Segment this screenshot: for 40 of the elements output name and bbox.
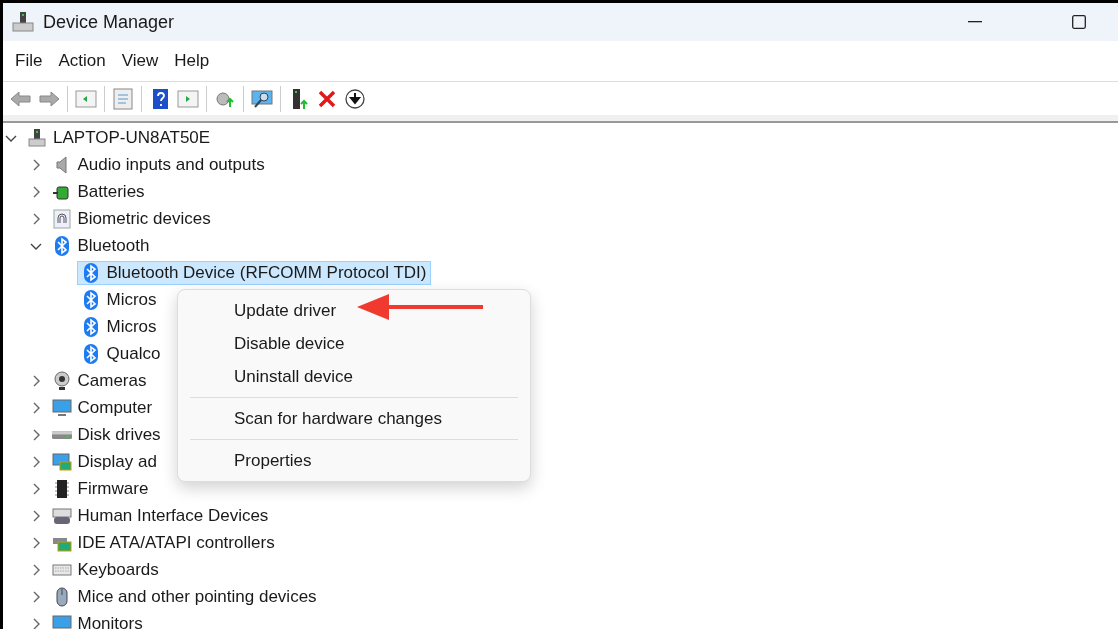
tree-item[interactable]: Cameras — [47, 368, 152, 393]
menu-option[interactable]: Disable device — [178, 327, 530, 360]
tree-item[interactable]: Audio inputs and outputs — [47, 152, 270, 177]
tree-item[interactable]: Bluetooth Device (RFCOMM Protocol TDI) — [76, 260, 432, 285]
menu-option[interactable]: Properties — [190, 444, 518, 477]
minimize-icon[interactable] — [968, 21, 982, 23]
monitor-icon — [51, 613, 72, 629]
tree-item[interactable]: IDE ATA/ATAPI controllers — [47, 530, 280, 555]
computer-tower-icon — [11, 10, 35, 34]
tree-item[interactable]: Display ad — [47, 449, 162, 474]
window-title: Device Manager — [43, 10, 175, 34]
tree-item[interactable]: Bluetooth — [47, 233, 155, 258]
tree-item[interactable]: LAPTOP-UN8AT50E — [23, 125, 216, 150]
tree-item[interactable]: Disk drives — [47, 422, 166, 447]
computer-tower-icon — [27, 127, 47, 148]
menu-item[interactable]: View — [113, 47, 167, 75]
tree-item[interactable]: Computer — [47, 395, 158, 420]
menu-option[interactable]: Uninstall device — [178, 360, 530, 393]
tree-item[interactable]: Mice and other pointing devices — [47, 584, 322, 609]
tree-item[interactable]: Qualco — [76, 341, 166, 366]
maximize-icon[interactable] — [1072, 15, 1086, 29]
menu-item[interactable]: Help — [166, 47, 218, 75]
monitor-icon — [51, 397, 72, 418]
tree-item[interactable]: Biometric devices — [47, 206, 216, 231]
fingerprint-icon — [51, 208, 72, 229]
display-card-icon — [51, 451, 72, 472]
tree-item[interactable]: Monitors — [47, 611, 148, 629]
tree-item[interactable]: Micros — [76, 287, 162, 312]
tree-item[interactable]: Firmware — [47, 476, 154, 501]
menu-option[interactable]: Update driver — [178, 294, 530, 327]
tree-item[interactable]: Batteries — [47, 179, 150, 204]
tree-item[interactable]: Keyboards — [47, 557, 164, 582]
menu-item[interactable]: File — [7, 47, 51, 75]
tree-item[interactable]: Micros — [76, 314, 162, 339]
menu-option[interactable]: Scan for hardware changes — [190, 402, 518, 435]
webcam-icon — [51, 370, 72, 391]
disk-drive-icon — [51, 430, 72, 439]
keyboard-gamepad-icon — [51, 505, 72, 526]
tree-item[interactable]: Human Interface Devices — [47, 503, 274, 528]
menu-item[interactable]: Action — [50, 47, 114, 75]
